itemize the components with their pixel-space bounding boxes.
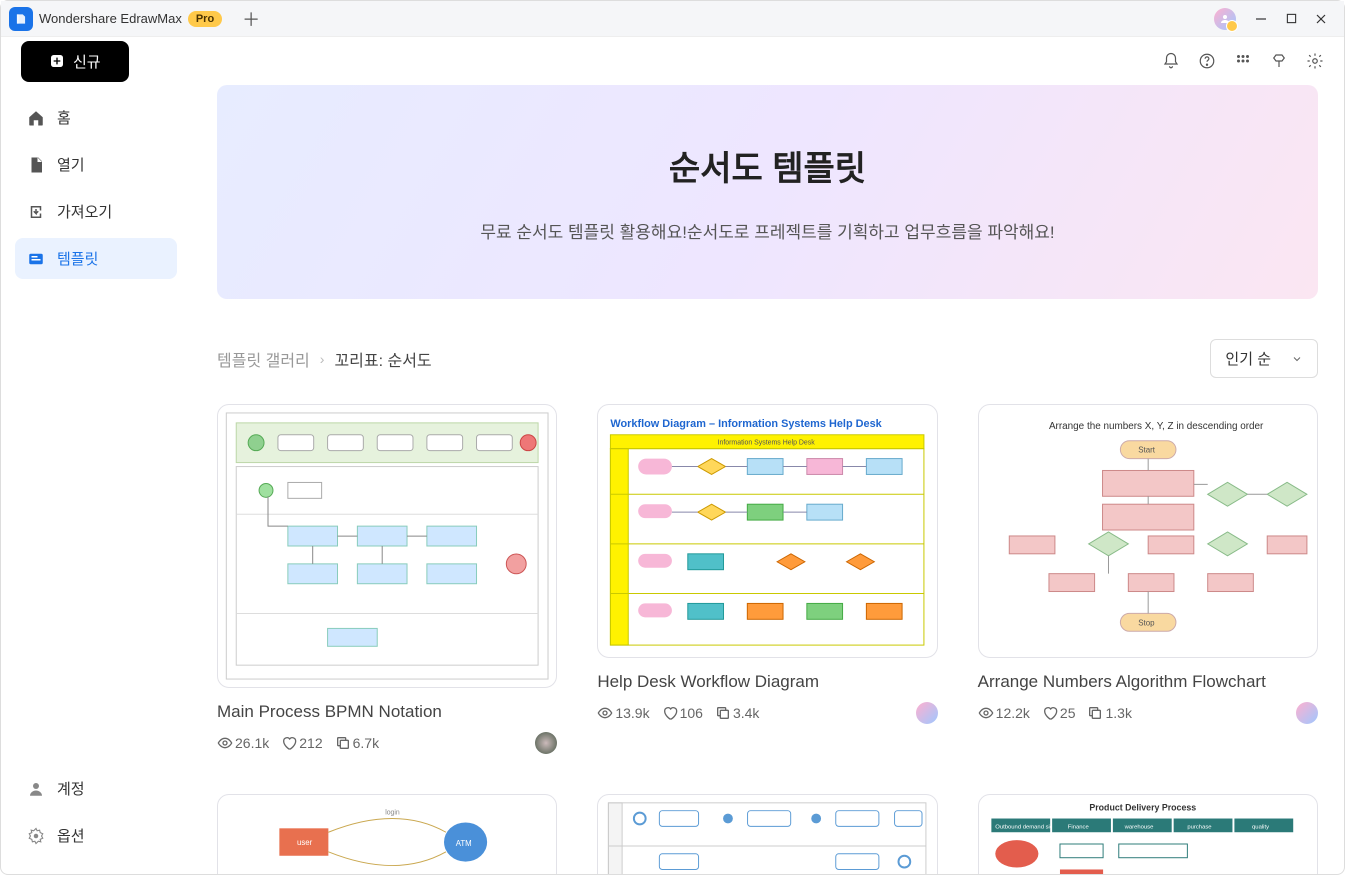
content-area: 순서도 템플릿 무료 순서도 템플릿 활용해요!순서도로 프레젝트를 기획하고 … <box>191 85 1344 874</box>
sidebar-item-label: 홈 <box>57 107 71 128</box>
svg-text:user: user <box>297 838 313 847</box>
template-stats: 12.2k 25 1.3k <box>978 702 1318 724</box>
app-logo <box>9 7 33 31</box>
svg-text:ATM: ATM <box>456 839 472 848</box>
template-grid: Main Process BPMN Notation 26.1k 212 6.7… <box>217 404 1318 874</box>
gear-icon <box>27 827 45 845</box>
template-title: Help Desk Workflow Diagram <box>597 672 937 692</box>
svg-text:quality: quality <box>1252 824 1269 830</box>
template-thumbnail <box>217 404 557 688</box>
breadcrumb-root[interactable]: 템플릿 갤러리 <box>217 347 310 371</box>
hero-title: 순서도 템플릿 <box>247 141 1288 190</box>
import-icon <box>27 203 45 221</box>
close-button[interactable] <box>1306 5 1336 33</box>
help-icon[interactable] <box>1198 52 1216 70</box>
new-tab-button[interactable]: ＋ <box>242 6 260 32</box>
svg-text:Finance: Finance <box>1067 824 1088 830</box>
hero-banner: 순서도 템플릿 무료 순서도 템플릿 활용해요!순서도로 프레젝트를 기획하고 … <box>217 85 1318 299</box>
svg-text:Start: Start <box>1138 446 1156 455</box>
template-title: Arrange Numbers Algorithm Flowchart <box>978 672 1318 692</box>
svg-text:warehouse: warehouse <box>1123 824 1153 830</box>
chevron-down-icon <box>1291 353 1303 365</box>
svg-text:purchase: purchase <box>1187 824 1211 830</box>
sidebar-item-label: 가져오기 <box>57 201 112 222</box>
heart-icon <box>1042 705 1058 721</box>
template-card[interactable]: Main Process BPMN Notation 26.1k 212 6.7… <box>217 404 557 754</box>
pro-badge: Pro <box>188 11 222 27</box>
author-avatar[interactable] <box>916 702 938 724</box>
copy-icon <box>1087 705 1103 721</box>
author-avatar[interactable] <box>535 732 557 754</box>
sidebar-item-options[interactable]: 옵션 <box>15 815 177 856</box>
account-icon <box>27 780 45 798</box>
sidebar-item-label: 옵션 <box>57 825 85 846</box>
heart-icon <box>662 705 678 721</box>
copy-icon <box>715 705 731 721</box>
top-toolbar: 신규 <box>1 37 1344 85</box>
settings-icon[interactable] <box>1306 52 1324 70</box>
chevron-right-icon: › <box>320 351 325 367</box>
template-thumbnail: Product Delivery Process Outbound demand… <box>978 794 1318 874</box>
svg-text:login: login <box>385 810 400 817</box>
template-thumbnail: Arrange the numbers X, Y, Z in descendin… <box>978 404 1318 658</box>
sidebar-item-templates[interactable]: 템플릿 <box>15 238 177 279</box>
template-icon <box>27 250 45 268</box>
template-card[interactable]: Product Delivery Process Outbound demand… <box>978 794 1318 874</box>
app-name: Wondershare EdrawMax <box>39 11 182 26</box>
sidebar-item-account[interactable]: 계정 <box>15 768 177 809</box>
user-avatar[interactable] <box>1214 8 1236 30</box>
breadcrumb-row: 템플릿 갤러리 › 꼬리표: 순서도 인기 순 <box>217 339 1318 378</box>
author-avatar[interactable] <box>1296 702 1318 724</box>
template-thumbnail <box>597 794 937 874</box>
eye-icon <box>217 735 233 751</box>
breadcrumb-current: 꼬리표: 순서도 <box>334 347 431 371</box>
svg-text:Arrange the numbers X, Y, Z in: Arrange the numbers X, Y, Z in descendin… <box>1049 421 1264 432</box>
sidebar-item-import[interactable]: 가져오기 <box>15 191 177 232</box>
svg-text:Stop: Stop <box>1138 618 1155 627</box>
plus-icon <box>49 53 65 69</box>
svg-text:Product Delivery Process: Product Delivery Process <box>1089 803 1196 813</box>
maximize-button[interactable] <box>1276 5 1306 33</box>
titlebar: Wondershare EdrawMax Pro ＋ <box>1 1 1344 37</box>
home-icon <box>27 109 45 127</box>
template-card[interactable]: user ATM login money login <box>217 794 557 874</box>
template-card[interactable]: Workflow Diagram – Information Systems H… <box>597 404 937 754</box>
svg-text:Workflow Diagram – Information: Workflow Diagram – Information Systems H… <box>611 418 883 430</box>
svg-text:Information Systems Help Desk: Information Systems Help Desk <box>718 440 816 447</box>
eye-icon <box>597 705 613 721</box>
bell-icon[interactable] <box>1162 52 1180 70</box>
new-button[interactable]: 신규 <box>21 41 129 82</box>
template-card[interactable]: Arrange the numbers X, Y, Z in descendin… <box>978 404 1318 754</box>
sidebar-item-open[interactable]: 열기 <box>15 144 177 185</box>
theme-icon[interactable] <box>1270 52 1288 70</box>
minimize-button[interactable] <box>1246 5 1276 33</box>
hero-subtitle: 무료 순서도 템플릿 활용해요!순서도로 프레젝트를 기획하고 업무흐름을 파악… <box>247 218 1288 243</box>
template-title: Main Process BPMN Notation <box>217 702 557 722</box>
eye-icon <box>978 705 994 721</box>
apps-icon[interactable] <box>1234 52 1252 70</box>
file-icon <box>27 156 45 174</box>
template-card[interactable] <box>597 794 937 874</box>
sidebar-item-label: 계정 <box>57 778 85 799</box>
template-stats: 26.1k 212 6.7k <box>217 732 557 754</box>
template-stats: 13.9k 106 3.4k <box>597 702 937 724</box>
sidebar-item-home[interactable]: 홈 <box>15 97 177 138</box>
sidebar-item-label: 열기 <box>57 154 85 175</box>
copy-icon <box>335 735 351 751</box>
new-button-label: 신규 <box>73 51 101 72</box>
heart-icon <box>281 735 297 751</box>
template-thumbnail: user ATM login money login <box>217 794 557 874</box>
sidebar-item-label: 템플릿 <box>57 248 98 269</box>
sort-selected: 인기 순 <box>1225 348 1271 369</box>
sidebar: 홈 열기 가져오기 템플릿 계정 옵션 <box>1 85 191 874</box>
template-thumbnail: Workflow Diagram – Information Systems H… <box>597 404 937 658</box>
sort-dropdown[interactable]: 인기 순 <box>1210 339 1318 378</box>
svg-text:Outbound demand side: Outbound demand side <box>995 824 1056 830</box>
